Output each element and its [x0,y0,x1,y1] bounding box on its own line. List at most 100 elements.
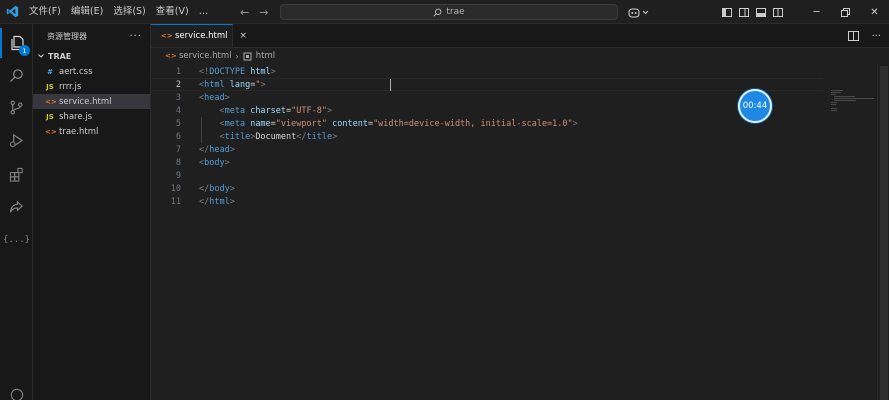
vertical-scrollbar[interactable] [877,64,889,400]
code-line[interactable]: 5 <meta name="viewport" content="width=d… [151,117,823,130]
text-cursor [390,79,391,91]
forward-arrow-icon[interactable]: → [259,6,268,19]
html-file-icon: <> [165,52,177,60]
editor-tabs: <> service.html × ··· [151,24,889,48]
toggle-panel-icon[interactable] [756,7,766,17]
more-actions-icon[interactable]: ··· [871,31,881,42]
file-name: aert.css [59,66,93,77]
back-arrow-icon[interactable]: ← [240,6,249,19]
code-line[interactable]: 3 <head> [151,91,823,104]
layout-controls [722,0,783,24]
toggle-secondary-sidebar-icon[interactable] [739,7,749,17]
code-line[interactable]: 4 <meta charset="UTF-8"> [151,104,823,117]
remote-share-icon[interactable] [0,192,33,222]
file-item-service-html[interactable]: <> service.html [33,94,150,109]
file-item-aert-css[interactable]: # aert.css [33,64,150,79]
menu-edit[interactable]: 编辑(E) [66,0,108,24]
editor-group: <> service.html × ··· <> service.html › … [151,24,889,400]
minimap[interactable] [827,64,877,400]
code-token: charset [245,105,287,116]
code-token: "UTF-8" [291,105,327,116]
close-window-icon[interactable]: ✕ [860,0,889,24]
code-token: > [229,144,235,155]
code-token: html [209,196,230,207]
code-line[interactable]: 10 </body> [151,182,823,195]
code-token: > [229,183,235,194]
minimap-line [831,108,837,109]
file-item-trae-html[interactable]: <> trae.html [33,124,150,139]
explorer-icon[interactable]: 1 [0,28,33,58]
html-file-icon: <> [45,127,57,136]
code-line[interactable]: 7 </head> [151,143,823,156]
code-line[interactable]: 11 </html> [151,195,823,208]
code-token: "width=device-width, initial-scale=1.0" [373,118,573,129]
code-token: > [224,92,230,103]
json-braces-icon[interactable]: {...} [0,225,33,255]
minimap-line [831,94,836,95]
code-line[interactable]: 9 [151,169,823,182]
menu-selection[interactable]: 选择(S) [108,0,150,24]
code-token: meta [224,105,246,116]
code-line[interactable]: 6 <title>Document</title> [151,130,823,143]
menu-bar: 文件(F) 编辑(E) 选择(S) 查看(V) … [24,0,213,24]
code-text: <title>Document</title> [199,132,337,142]
close-icon[interactable]: × [240,31,248,41]
more-actions-icon[interactable]: ··· [129,31,142,42]
breadcrumb-element[interactable]: html [256,51,275,61]
split-editor-icon[interactable] [848,31,860,41]
workspace-folder-label: TRAE [48,51,72,61]
minimap-line [834,98,875,99]
code-token: > [224,157,230,168]
minimap-line [831,102,837,103]
accounts-icon[interactable] [0,380,33,400]
code-text: </head> [199,145,235,155]
chevron-down-icon [642,10,649,15]
timer-badge[interactable]: 00:44 [738,89,772,123]
code-text: <!DOCTYPE html> [199,67,276,77]
code-token: </ [199,196,210,207]
code-token: Document [255,131,297,142]
minimap-line [831,104,836,105]
navigation-arrows: ← → [240,0,268,24]
command-center-search[interactable]: trae [280,4,618,20]
chevron-right-icon: › [235,51,239,61]
code-line[interactable]: 2 <html lang="> [151,78,823,91]
minimize-icon[interactable]: ─ [802,0,831,24]
minimap-line [834,96,855,97]
line-number: 10 [170,183,181,194]
file-item-share-js[interactable]: JS share.js [33,109,150,124]
file-item-rrrr-js[interactable]: JS rrrr.js [33,79,150,94]
code-line[interactable]: 8 <body> [151,156,823,169]
file-name: trae.html [59,126,99,137]
breadcrumb-file[interactable]: service.html [179,51,232,61]
copilot-button[interactable] [628,4,649,20]
menu-view[interactable]: 查看(V) [151,0,194,24]
js-file-icon: JS [46,82,54,91]
menu-file[interactable]: 文件(F) [24,0,66,24]
code-token: html [245,66,271,77]
run-debug-icon[interactable] [0,125,33,155]
code-token: body [204,157,225,168]
code-token: DOCTYPE [209,66,246,77]
code-token: </ [296,131,307,142]
code-token: html [204,79,225,90]
menu-more[interactable]: … [194,0,214,24]
extensions-icon[interactable] [0,159,33,189]
css-file-icon: # [47,67,53,76]
code-token: title [224,131,251,142]
restore-icon[interactable] [831,0,860,24]
code-token: <! [199,66,210,77]
source-control-icon[interactable] [0,92,33,122]
search-view-icon[interactable] [0,60,33,90]
tab-service-html[interactable]: <> service.html × [151,24,247,47]
code-token: head [209,144,230,155]
code-token: < [199,105,225,116]
code-line[interactable]: 1 <!DOCTYPE html> [151,65,823,78]
scrollbar-thumb[interactable] [880,66,888,400]
line-number: 2 [175,79,181,90]
line-number: 7 [175,144,181,155]
customize-layout-icon[interactable] [773,7,783,17]
toggle-sidebar-icon[interactable] [722,7,732,17]
code-token: > [260,79,266,90]
workspace-folder[interactable]: TRAE [33,48,150,64]
